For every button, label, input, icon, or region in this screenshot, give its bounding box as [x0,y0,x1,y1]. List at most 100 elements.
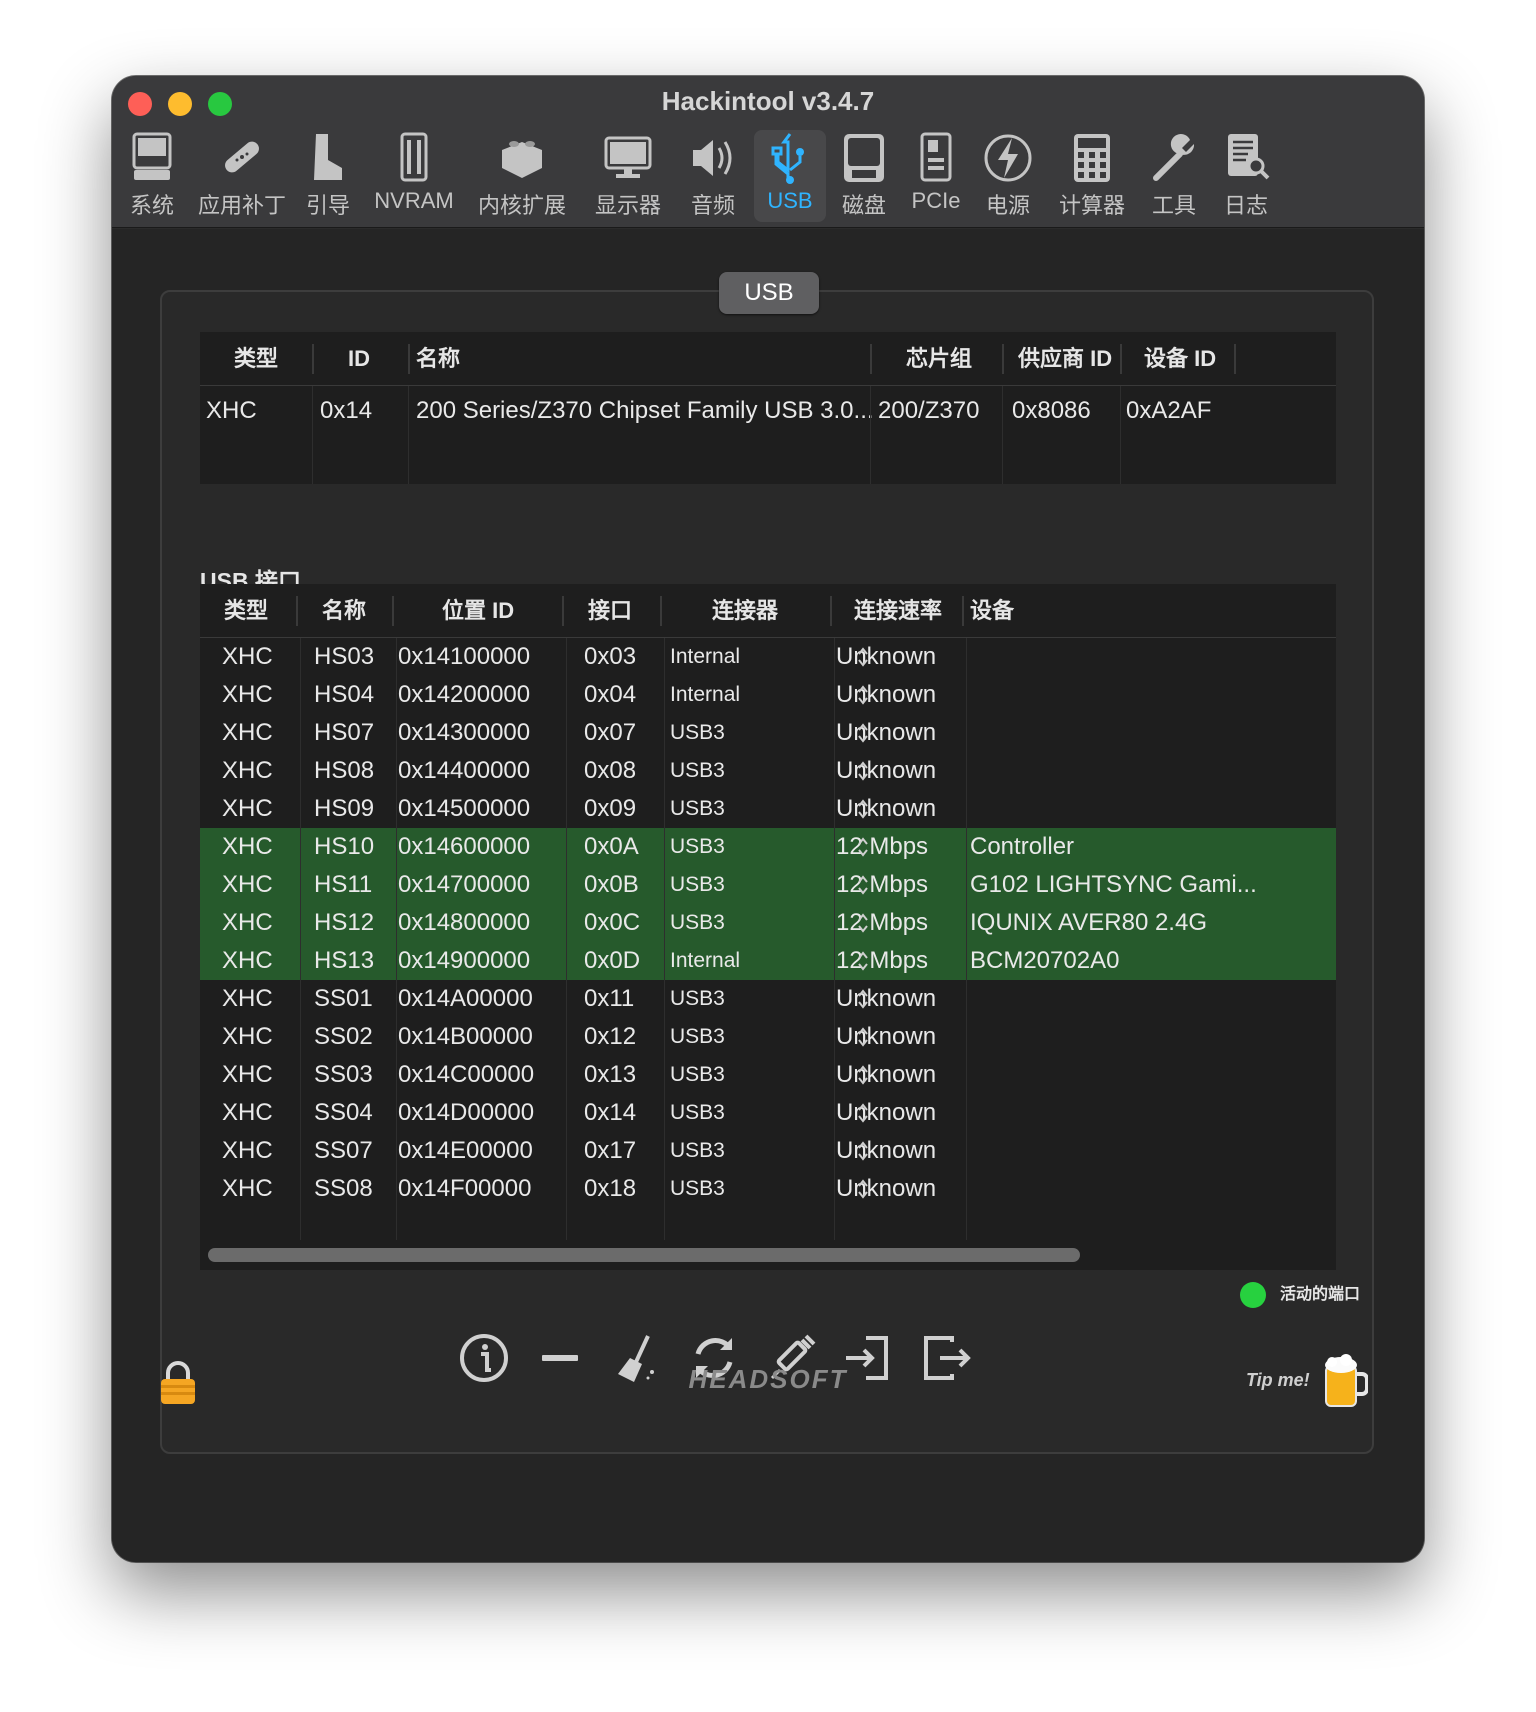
usb-port-row-active[interactable]: XHC HS10 0x14600000 0x0A USB3 12 Mbps Controll… [200,828,1336,866]
ports-column-header[interactable]: 连接速率 [854,584,942,638]
scrollbar-thumb[interactable] [208,1248,1080,1262]
controllers-column-header[interactable]: 供应商 ID [1018,332,1112,386]
ports-column-header[interactable]: 类型 [224,584,268,638]
port-cell-connector[interactable]: USB3 [670,866,725,904]
port-cell-connector[interactable]: Internal [670,676,740,714]
port-cell-connector[interactable]: Internal [670,638,740,676]
column-divider[interactable] [1120,344,1122,374]
port-cell-connector[interactable]: USB3 [670,1056,725,1094]
usb-port-row[interactable]: XHC SS03 0x14C00000 0x13 USB3 Unknown [200,1056,1336,1094]
column-divider[interactable] [562,596,564,626]
toolbar-item-power[interactable]: 电源 [976,130,1040,222]
port-cell-port: 0x0D [584,947,641,974]
beer-icon[interactable] [1322,1354,1368,1408]
connector-popup-arrows-icon[interactable] [856,1056,872,1094]
toolbar-item-audio[interactable]: 音频 [684,130,742,222]
port-cell-port: 0x11 [584,985,635,1012]
toolbar-item-calculator[interactable]: 计算器 [1052,130,1132,222]
usb-port-row[interactable]: XHC HS04 0x14200000 0x04 Internal Unknown [200,676,1336,714]
usb-port-row-active[interactable]: XHC HS13 0x14900000 0x0D Internal 12 Mbps BCM2… [200,942,1336,980]
connector-popup-arrows-icon[interactable] [856,714,872,752]
controllers-column-header[interactable]: ID [348,332,370,386]
connector-popup-arrows-icon[interactable] [856,1170,872,1208]
column-divider[interactable] [408,344,410,374]
port-cell-connector[interactable]: USB3 [670,1094,725,1132]
toolbar-item-boot[interactable]: 引导 [300,130,356,222]
column-divider[interactable] [962,596,964,626]
usb-port-row[interactable]: XHC SS01 0x14A00000 0x11 USB3 Unknown [200,980,1336,1018]
connector-popup-arrows-icon[interactable] [856,1018,872,1056]
active-port-legend-label: 活动的端口 [1280,1286,1361,1303]
connector-popup-arrows-icon[interactable] [856,866,872,904]
controllers-column-header[interactable]: 设备 ID [1144,332,1216,386]
port-cell-device [970,714,1330,752]
controller-row[interactable]: XHC 0x14 200 Series/Z370 Chipset Family US… [200,392,1336,430]
port-cell-location: 0x14900000 [398,947,531,974]
port-cell-connector[interactable]: USB3 [670,752,725,790]
usb-port-row[interactable]: XHC SS04 0x14D00000 0x14 USB3 Unknown [200,1094,1336,1132]
usb-port-row[interactable]: XHC SS07 0x14E00000 0x17 USB3 Unknown [200,1132,1336,1170]
toolbar-item-nvram[interactable]: NVRAM [370,130,458,222]
port-cell-connector[interactable]: Internal [670,942,740,980]
usb-ports-table[interactable]: 类型 名称 位置 ID 接口 连接器 连接速率 设备 XHC HS03 0x14100000 0x… [200,584,1336,1240]
toolbar-item-pcie[interactable]: PCIe [906,130,966,222]
toolbar-item-log[interactable]: 日志 [1216,130,1276,222]
tip-me-label[interactable]: Tip me! [1246,1370,1310,1391]
port-cell-connector[interactable]: USB3 [670,1018,725,1056]
port-cell-connector[interactable]: USB3 [670,980,725,1018]
usb-port-row[interactable]: XHC SS02 0x14B00000 0x12 USB3 Unknown [200,1018,1336,1056]
column-divider[interactable] [870,344,872,374]
usb-port-row-active[interactable]: XHC HS11 0x14700000 0x0B USB3 12 Mbps G102 LIG… [200,866,1336,904]
connector-popup-arrows-icon[interactable] [856,828,872,866]
toolbar-item-system[interactable]: 系统 [120,130,184,222]
connector-popup-arrows-icon[interactable] [856,904,872,942]
column-divider[interactable] [830,596,832,626]
horizontal-scrollbar[interactable] [200,1240,1336,1270]
connector-popup-arrows-icon[interactable] [856,676,872,714]
connector-popup-arrows-icon[interactable] [856,1094,872,1132]
port-cell-connector[interactable]: USB3 [670,904,725,942]
column-divider[interactable] [1002,344,1004,374]
controllers-column-header[interactable]: 类型 [234,332,278,386]
port-cell-connector[interactable]: USB3 [670,790,725,828]
toolbar-item-kext[interactable]: 内核扩展 [472,130,572,222]
toolbar-item-disk[interactable]: 磁盘 [834,130,894,222]
port-cell-connector[interactable]: USB3 [670,714,725,752]
controllers-table-header: 类型 ID 名称 芯片组 供应商 ID 设备 ID [200,332,1336,386]
usb-port-row[interactable]: XHC HS03 0x14100000 0x03 Internal Unknown [200,638,1336,676]
ports-column-header[interactable]: 名称 [322,584,366,638]
usb-port-row-active[interactable]: XHC HS12 0x14800000 0x0C USB3 12 Mbps IQUNIX A… [200,904,1336,942]
toolbar-item-patch[interactable]: 应用补丁 [194,130,290,222]
toolbar-item-usb[interactable]: USB [754,130,826,222]
usb-segment-tab[interactable]: USB [719,272,819,314]
usb-port-row[interactable]: XHC HS09 0x14500000 0x09 USB3 Unknown [200,790,1336,828]
port-cell-connector[interactable]: USB3 [670,828,725,866]
usb-port-row[interactable]: XHC SS08 0x14F00000 0x18 USB3 Unknown [200,1170,1336,1208]
ports-column-header[interactable]: 位置 ID [442,584,514,638]
connector-popup-arrows-icon[interactable] [856,980,872,1018]
usb-port-row[interactable]: XHC HS07 0x14300000 0x07 USB3 Unknown [200,714,1336,752]
column-divider[interactable] [296,596,298,626]
column-divider[interactable] [392,596,394,626]
ports-column-header[interactable]: 连接器 [712,584,778,638]
ports-column-header[interactable]: 设备 [970,584,1014,638]
ports-column-header[interactable]: 接口 [588,584,632,638]
connector-popup-arrows-icon[interactable] [856,942,872,980]
grid-line [300,638,301,1240]
controllers-column-header[interactable]: 芯片组 [906,332,972,386]
connector-popup-arrows-icon[interactable] [856,790,872,828]
toolbar-item-tools[interactable]: 工具 [1144,130,1204,222]
port-cell-connector[interactable]: USB3 [670,1170,725,1208]
port-cell-connector[interactable]: USB3 [670,1132,725,1170]
port-cell-name: HS04 [314,681,375,708]
controllers-column-header[interactable]: 名称 [416,332,460,386]
controllers-table[interactable]: 类型 ID 名称 芯片组 供应商 ID 设备 ID XHC 0x14 200 Series/Z… [200,332,1336,484]
column-divider[interactable] [312,344,314,374]
toolbar-item-display[interactable]: 显示器 [586,130,670,222]
connector-popup-arrows-icon[interactable] [856,638,872,676]
column-divider[interactable] [1234,344,1236,374]
column-divider[interactable] [660,596,662,626]
connector-popup-arrows-icon[interactable] [856,752,872,790]
usb-port-row[interactable]: XHC HS08 0x14400000 0x08 USB3 Unknown [200,752,1336,790]
connector-popup-arrows-icon[interactable] [856,1132,872,1170]
